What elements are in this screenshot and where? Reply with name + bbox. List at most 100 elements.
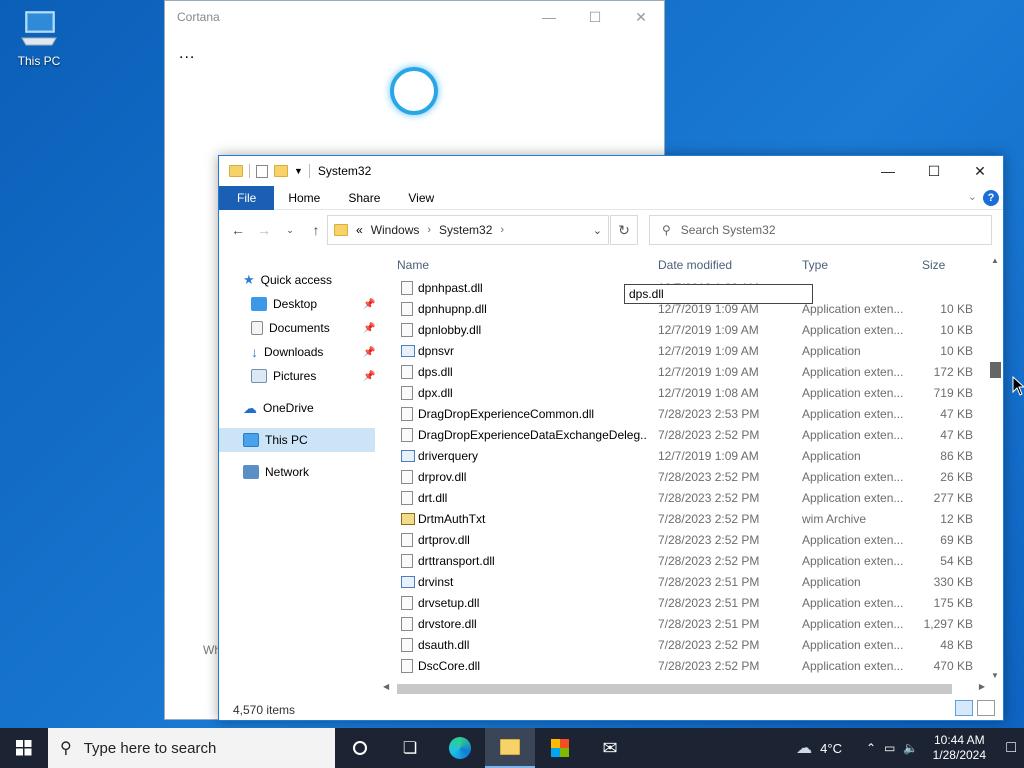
back-arrow-icon[interactable]: ← bbox=[227, 222, 249, 238]
notifications-icon[interactable]: □ bbox=[1006, 739, 1016, 757]
folder-icon bbox=[334, 224, 348, 236]
minimize-icon[interactable]: — bbox=[526, 1, 572, 33]
weather-temp[interactable]: 4°C bbox=[820, 741, 842, 756]
table-row[interactable]: drt.dll 7/28/2023 2:52 PM Application exte… bbox=[387, 487, 991, 508]
nav-label: Desktop bbox=[273, 297, 318, 311]
nav-onedrive[interactable]: ☁ OneDrive bbox=[243, 396, 314, 420]
close-icon[interactable]: ✕ bbox=[618, 1, 664, 33]
nav-downloads[interactable]: ↓ Downloads 📌 bbox=[251, 340, 379, 364]
nav-network[interactable]: Network bbox=[243, 460, 309, 484]
cortana-button[interactable] bbox=[335, 728, 385, 768]
file-type: Application exten... bbox=[802, 406, 904, 421]
network-icon[interactable]: ▭ bbox=[884, 741, 895, 755]
scrollbar-thumb[interactable] bbox=[990, 362, 1001, 378]
minimize-button[interactable]: — bbox=[865, 156, 911, 186]
table-row[interactable]: dpnsvr 12/7/2019 1:09 AM Application 10 KB bbox=[387, 340, 991, 361]
pin-icon[interactable]: 📌 bbox=[363, 323, 375, 334]
mail-button[interactable]: ✉ bbox=[585, 728, 635, 768]
details-view-icon[interactable] bbox=[955, 700, 973, 716]
expand-ribbon-icon[interactable]: ⌄ bbox=[968, 190, 977, 203]
table-row[interactable]: drttransport.dll 7/28/2023 2:52 PM Applica… bbox=[387, 550, 991, 571]
forward-arrow-icon[interactable]: → bbox=[253, 222, 275, 238]
task-view-button[interactable]: ❏ bbox=[385, 728, 435, 768]
store-button[interactable] bbox=[535, 728, 585, 768]
vertical-scrollbar[interactable]: ▲ ▼ bbox=[987, 256, 1003, 680]
nav-documents[interactable]: Documents 📌 bbox=[251, 316, 379, 340]
tab-view[interactable]: View bbox=[394, 186, 448, 210]
breadcrumb-windows[interactable]: Windows bbox=[371, 223, 420, 237]
large-icons-view-icon[interactable] bbox=[977, 700, 995, 716]
weather-icon[interactable]: ☁ bbox=[796, 738, 812, 758]
windows-logo-icon bbox=[16, 740, 32, 756]
address-bar[interactable]: « Windows › System32 › ⌄ bbox=[327, 215, 609, 245]
table-row[interactable]: DragDropExperienceDataExchangeDeleg... 7/… bbox=[387, 424, 991, 445]
help-icon[interactable]: ? bbox=[983, 190, 999, 206]
nav-quick-access[interactable]: ★ Quick access bbox=[243, 268, 332, 292]
table-row[interactable]: DrtmAuthTxt 7/28/2023 2:52 PM wim Archive 1… bbox=[387, 508, 991, 529]
properties-icon[interactable] bbox=[256, 164, 268, 178]
scroll-up-icon[interactable]: ▲ bbox=[991, 256, 999, 265]
file-size: 26 KB bbox=[940, 469, 973, 484]
table-row[interactable]: dps.dll 12/7/2019 1:09 AM Application exte… bbox=[387, 361, 991, 382]
nav-this-pc[interactable]: This PC bbox=[219, 428, 375, 452]
file-size: 277 KB bbox=[933, 490, 973, 505]
recent-locations-icon[interactable]: ⌄ bbox=[279, 225, 301, 236]
close-button[interactable]: ✕ bbox=[957, 156, 1003, 186]
tab-file[interactable]: File bbox=[219, 185, 275, 210]
table-row[interactable]: drvsetup.dll 7/28/2023 2:51 PM Application… bbox=[387, 592, 991, 613]
column-header-name[interactable]: Name bbox=[397, 258, 429, 272]
tab-home[interactable]: Home bbox=[274, 186, 334, 210]
table-row[interactable]: driverquery 12/7/2019 1:09 AM Application 8… bbox=[387, 445, 991, 466]
table-row[interactable]: drvstore.dll 7/28/2023 2:51 PM Application… bbox=[387, 613, 991, 634]
rename-field[interactable]: dps.dll bbox=[624, 284, 813, 304]
customize-quick-access-icon[interactable]: ▼ bbox=[294, 166, 303, 176]
column-header-date[interactable]: Date modified bbox=[658, 258, 732, 272]
file-size: 330 KB bbox=[933, 574, 973, 589]
column-header-type[interactable]: Type bbox=[802, 258, 828, 272]
file-date: 7/28/2023 2:52 PM bbox=[658, 658, 760, 673]
start-button[interactable] bbox=[0, 728, 48, 768]
clock[interactable]: 10:44 AM 1/28/2024 bbox=[926, 733, 992, 763]
nav-pictures[interactable]: Pictures 📌 bbox=[251, 364, 379, 388]
edge-button[interactable] bbox=[435, 728, 485, 768]
table-row[interactable]: dsauth.dll 7/28/2023 2:52 PM Application e… bbox=[387, 634, 991, 655]
file-type: Application bbox=[802, 343, 861, 358]
maximize-icon[interactable]: ☐ bbox=[572, 1, 618, 33]
table-row[interactable]: dpnlobby.dll 12/7/2019 1:09 AM Application… bbox=[387, 319, 991, 340]
scroll-left-icon[interactable]: ◀ bbox=[383, 682, 389, 691]
cortana-menu-button[interactable]: ... bbox=[179, 45, 195, 63]
maximize-button[interactable]: ☐ bbox=[911, 156, 957, 186]
table-row[interactable]: drvinst 7/28/2023 2:51 PM Application 330 K… bbox=[387, 571, 991, 592]
column-header-size[interactable]: Size bbox=[922, 258, 945, 272]
search-input[interactable]: ⚲ Search System32 bbox=[649, 215, 992, 245]
table-row[interactable]: dpx.dll 12/7/2019 1:08 AM Application exte… bbox=[387, 382, 991, 403]
pin-icon[interactable]: 📌 bbox=[363, 347, 375, 358]
volume-muted-icon[interactable]: 🔈 bbox=[903, 741, 918, 755]
breadcrumb-system32[interactable]: System32 bbox=[439, 223, 492, 237]
scroll-down-icon[interactable]: ▼ bbox=[991, 671, 999, 680]
up-arrow-icon[interactable]: ↑ bbox=[305, 222, 327, 238]
new-folder-icon[interactable] bbox=[274, 165, 288, 177]
refresh-button[interactable]: ↻ bbox=[610, 215, 638, 245]
table-row[interactable]: DragDropExperienceCommon.dll 7/28/2023 2:… bbox=[387, 403, 991, 424]
pin-icon[interactable]: 📌 bbox=[363, 371, 375, 382]
tab-share[interactable]: Share bbox=[334, 186, 394, 210]
chevron-right-icon[interactable]: › bbox=[427, 224, 431, 236]
chevron-right-icon[interactable]: › bbox=[500, 224, 504, 236]
file-size: 470 KB bbox=[933, 658, 973, 673]
horizontal-scrollbar[interactable]: ◀ ▶ bbox=[379, 680, 989, 696]
desktop-icon-this-pc[interactable]: This PC bbox=[10, 8, 68, 68]
table-row[interactable]: DscCore.dll 7/28/2023 2:52 PM Application … bbox=[387, 655, 991, 676]
scroll-right-icon[interactable]: ▶ bbox=[979, 682, 985, 691]
taskbar-search-box[interactable]: ⚲ Type here to search bbox=[48, 728, 335, 768]
table-row[interactable]: drprov.dll 7/28/2023 2:52 PM Application e… bbox=[387, 466, 991, 487]
pin-icon[interactable]: 📌 bbox=[363, 299, 375, 310]
address-overflow[interactable]: « bbox=[356, 223, 363, 237]
file-explorer-button[interactable] bbox=[485, 728, 535, 768]
table-row[interactable]: drtprov.dll 7/28/2023 2:52 PM Application … bbox=[387, 529, 991, 550]
address-dropdown-icon[interactable]: ⌄ bbox=[593, 224, 602, 237]
nav-desktop[interactable]: Desktop 📌 bbox=[251, 292, 379, 316]
file-name: dpx.dll bbox=[418, 385, 453, 400]
show-hidden-icons-icon[interactable]: ⌃ bbox=[866, 741, 876, 755]
scrollbar-thumb[interactable] bbox=[397, 684, 952, 694]
